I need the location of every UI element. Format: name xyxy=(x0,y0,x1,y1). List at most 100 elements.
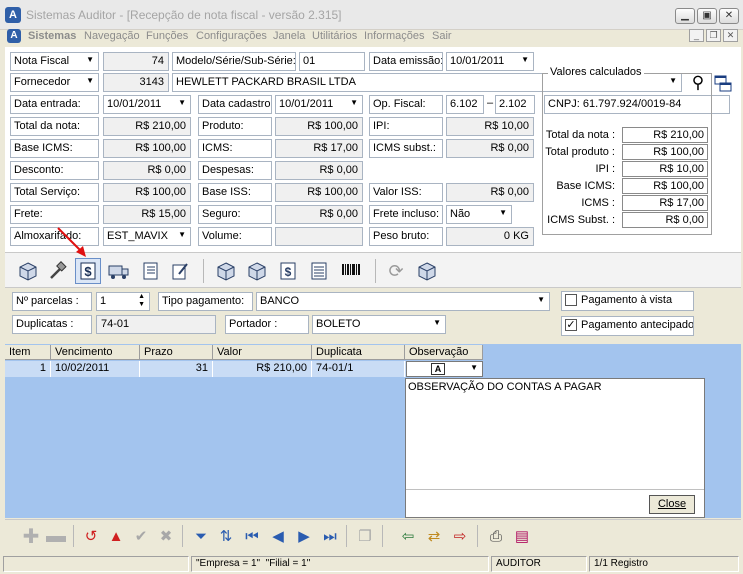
op-fiscal-field-2[interactable]: 2.102 xyxy=(495,95,535,114)
col-header-item[interactable]: Item xyxy=(5,345,51,360)
list-document-icon[interactable] xyxy=(307,259,331,283)
maximize-button[interactable]: ▣ xyxy=(697,8,717,24)
col-header-valor[interactable]: Valor xyxy=(213,345,312,360)
despesas-field[interactable]: R$ 0,00 xyxy=(275,161,363,180)
invoice-dollar-icon[interactable]: $ xyxy=(276,259,300,283)
system-menu-icon[interactable]: A xyxy=(7,29,21,43)
copy-windows-icon[interactable] xyxy=(713,74,733,94)
col-header-duplicata[interactable]: Duplicata xyxy=(312,345,405,360)
portador-value: BOLETO xyxy=(316,318,361,330)
payment-dollar-icon[interactable]: $ xyxy=(75,258,101,284)
op-fiscal-field-1[interactable]: 6.102 xyxy=(446,95,484,114)
print-icon[interactable]: ⎙ xyxy=(485,526,507,546)
report-icon[interactable]: ▤ xyxy=(511,526,533,546)
volume-label: Volume: xyxy=(198,227,272,246)
fornecedor-select[interactable]: Fornecedor ▼ xyxy=(10,73,99,92)
doc-number-field[interactable]: 74 xyxy=(103,52,169,71)
data-entrada-field[interactable]: 10/01/2011 ▼ xyxy=(103,95,191,114)
book-icon[interactable] xyxy=(138,259,162,283)
sort-icon[interactable]: ⇅ xyxy=(215,526,237,546)
close-button[interactable]: ✕ xyxy=(719,8,739,24)
export-icon[interactable]: ⇨ xyxy=(449,526,471,546)
import-icon[interactable]: ⇦ xyxy=(397,526,419,546)
col-header-observacao[interactable]: Observação xyxy=(405,345,483,360)
barcode-icon[interactable] xyxy=(339,259,363,283)
spinner-arrows-icon[interactable]: ▲ ▼ xyxy=(138,293,145,309)
confirm-check-icon[interactable]: ✔ xyxy=(130,526,152,546)
box-dollar-icon[interactable] xyxy=(415,259,439,283)
data-cadastro-value: 10/01/2011 xyxy=(279,98,334,110)
pagamento-vista-checkbox[interactable]: Pagamento à vista xyxy=(561,291,694,311)
volume-field[interactable] xyxy=(275,227,363,246)
edit-document-icon[interactable] xyxy=(168,259,192,283)
refresh-icon[interactable]: ⟳ xyxy=(384,259,408,283)
pagamento-antecipado-label: Pagamento antecipado xyxy=(581,319,694,331)
icms-subst-field[interactable]: R$ 0,00 xyxy=(446,139,534,158)
observacao-text[interactable]: OBSERVAÇÃO DO CONTAS A PAGAR xyxy=(408,381,602,393)
mdi-minimize-button[interactable]: _ xyxy=(689,29,704,42)
frete-field[interactable]: R$ 15,00 xyxy=(103,205,191,224)
add-icon[interactable]: ✚ xyxy=(20,526,42,548)
data-emissao-field[interactable]: 10/01/2011 ▼ xyxy=(446,52,534,71)
col-header-vencimento[interactable]: Vencimento xyxy=(51,345,140,360)
products-box-icon[interactable] xyxy=(16,259,40,283)
menu-informacoes[interactable]: Informações xyxy=(364,30,425,42)
close-popup-button[interactable]: Close xyxy=(649,495,695,514)
remove-icon[interactable]: ▬ xyxy=(45,525,67,547)
transfer-icon[interactable]: ⇄ xyxy=(423,526,445,546)
mdi-close-button[interactable]: ✕ xyxy=(723,29,738,42)
box-icon[interactable] xyxy=(214,259,238,283)
menu-configuracoes[interactable]: Configurações xyxy=(196,30,267,42)
ipi-field[interactable]: R$ 10,00 xyxy=(446,117,534,136)
minimize-button[interactable]: ▁ xyxy=(675,8,695,24)
dropdown-arrow-icon: ▼ xyxy=(537,295,545,304)
modelo-field[interactable]: 01 xyxy=(299,52,365,71)
col-header-prazo[interactable]: Prazo xyxy=(140,345,213,360)
fornecedor-code-field[interactable]: 3143 xyxy=(103,73,169,92)
box-alt-icon[interactable] xyxy=(245,259,269,283)
almoxarifado-select[interactable]: EST_MAVIX ▼ xyxy=(103,227,191,246)
hammer-icon[interactable] xyxy=(45,259,69,283)
base-icms-field[interactable]: R$ 100,00 xyxy=(103,139,191,158)
dropdown-arrow-icon[interactable]: ▼ xyxy=(470,363,478,372)
pagamento-antecipado-checkbox[interactable]: ✓ Pagamento antecipado xyxy=(561,316,694,336)
menu-sair[interactable]: Sair xyxy=(432,30,452,42)
mdi-restore-button[interactable]: ❐ xyxy=(706,29,721,42)
total-servico-field[interactable]: R$ 100,00 xyxy=(103,183,191,202)
doc-type-select[interactable]: Nota Fiscal ▼ xyxy=(10,52,99,71)
truck-icon[interactable] xyxy=(107,259,131,283)
copy-icon[interactable]: ❐ xyxy=(354,526,376,546)
first-record-icon[interactable]: ⏮ xyxy=(241,526,263,546)
base-iss-field[interactable]: R$ 100,00 xyxy=(275,183,363,202)
icms-field[interactable]: R$ 17,00 xyxy=(275,139,363,158)
checkbox-unchecked-icon[interactable] xyxy=(565,294,577,307)
observacao-dropdown[interactable]: A ▼ xyxy=(406,361,483,377)
duplicatas-field[interactable]: 74-01 xyxy=(96,315,216,334)
frete-incluso-select[interactable]: Não ▼ xyxy=(446,205,512,224)
menu-utilitarios[interactable]: Utilitários xyxy=(312,30,357,42)
checkbox-checked-icon[interactable]: ✓ xyxy=(565,319,577,332)
portador-select[interactable]: BOLETO ▼ xyxy=(312,315,446,334)
data-cadastro-field[interactable]: 10/01/2011 ▼ xyxy=(275,95,363,114)
tipo-pagamento-select[interactable]: BANCO ▼ xyxy=(256,292,550,311)
menu-sistemas[interactable]: Sistemas xyxy=(28,30,76,42)
total-nota-field[interactable]: R$ 210,00 xyxy=(103,117,191,136)
previous-record-icon[interactable]: ◀ xyxy=(267,526,289,546)
cancel-x-icon[interactable]: ✖ xyxy=(155,526,177,546)
produto-field[interactable]: R$ 100,00 xyxy=(275,117,363,136)
valor-iss-field[interactable]: R$ 0,00 xyxy=(446,183,534,202)
warning-triangle-icon[interactable]: ▲ xyxy=(105,526,127,546)
desconto-field[interactable]: R$ 0,00 xyxy=(103,161,191,180)
undo-icon[interactable]: ↺ xyxy=(80,526,102,546)
menu-janela[interactable]: Janela xyxy=(273,30,305,42)
last-record-icon[interactable]: ⏭ xyxy=(319,526,341,546)
next-record-icon[interactable]: ▶ xyxy=(293,526,315,546)
menu-funcoes[interactable]: Funções xyxy=(146,30,188,42)
text-edit-icon[interactable]: A xyxy=(431,363,445,375)
parcelas-spinner[interactable]: 1 ▲ ▼ xyxy=(96,292,150,311)
menu-navegacao[interactable]: Navegação xyxy=(84,30,140,42)
toolbar-separator xyxy=(203,259,204,283)
seguro-field[interactable]: R$ 0,00 xyxy=(275,205,363,224)
peso-bruto-field[interactable]: 0 KG xyxy=(446,227,534,246)
filter-icon[interactable]: ⏷ xyxy=(190,526,212,546)
